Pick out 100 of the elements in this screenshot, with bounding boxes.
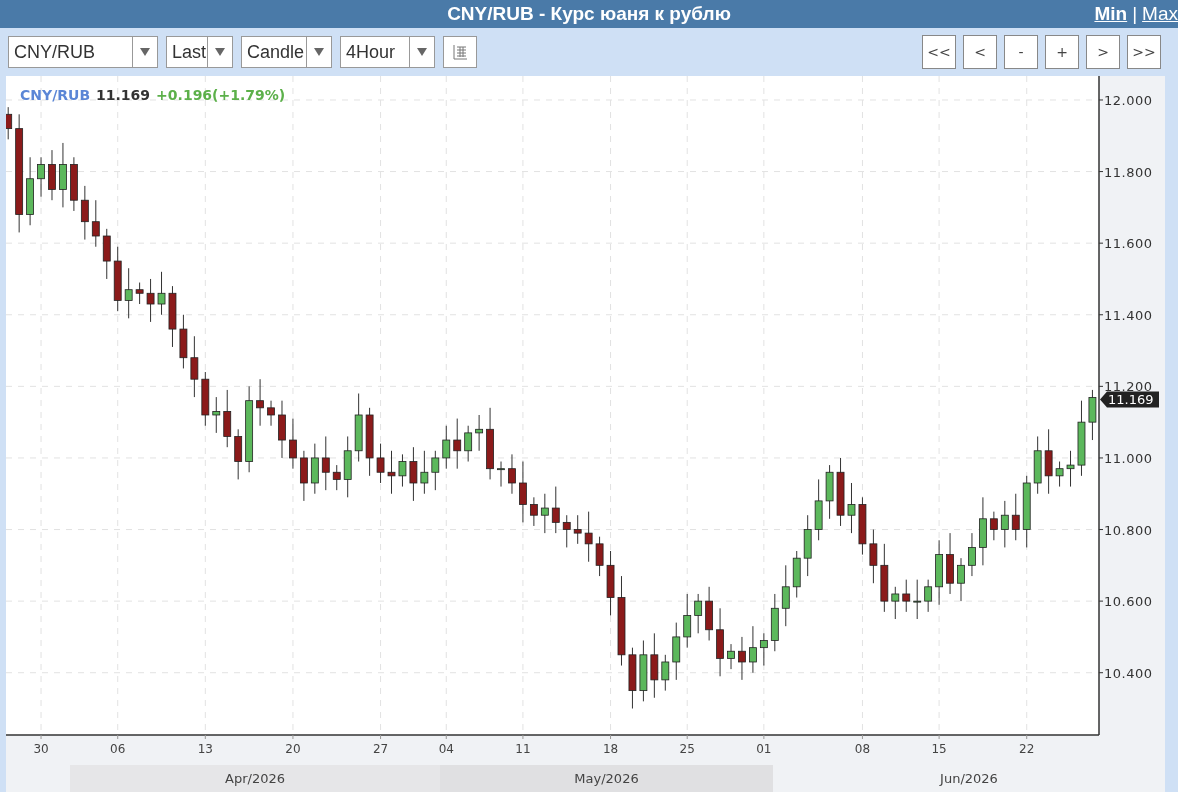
candlestick: [398, 453, 407, 488]
candlestick: [661, 654, 670, 692]
candlestick: [869, 529, 878, 584]
dropdown[interactable]: Candle: [241, 36, 332, 68]
candlestick: [694, 593, 703, 634]
candlestick: [562, 514, 571, 548]
axis-label: 01: [756, 742, 772, 756]
candlestick: [135, 282, 144, 305]
candlestick: [420, 450, 429, 495]
candlestick: [234, 428, 243, 480]
candlestick: [310, 443, 319, 495]
axis-label: 11.000: [1104, 450, 1153, 466]
candlestick: [1055, 461, 1064, 488]
axis-label: 13: [197, 742, 213, 756]
nav-button[interactable]: <: [963, 35, 997, 69]
axis-label: 04: [438, 742, 454, 756]
axis-label: 11.400: [1104, 307, 1153, 323]
month-label: May/2026: [574, 771, 639, 786]
caret-icon: [313, 47, 325, 57]
table-icon: [452, 44, 468, 60]
nav-button[interactable]: -: [1004, 35, 1038, 69]
window-link[interactable]: Max: [1142, 3, 1178, 25]
candlestick: [705, 586, 713, 641]
candlestick: [343, 435, 352, 498]
candlestick: [1000, 500, 1009, 548]
candlestick: [354, 393, 363, 462]
candlestick: [332, 464, 341, 491]
separator: |: [1132, 3, 1138, 25]
candlestick: [814, 478, 823, 541]
table-view-button[interactable]: [443, 36, 477, 68]
axis-label: 18: [602, 742, 619, 756]
candlestick: [738, 636, 746, 681]
dropdown[interactable]: Last: [166, 36, 233, 68]
axis-label: 15: [931, 742, 947, 756]
candlestick: [584, 511, 593, 563]
candlestick: [508, 453, 516, 495]
axis-label: 11: [515, 742, 531, 756]
candlestick: [968, 532, 976, 577]
candlestick: [1044, 428, 1053, 495]
candlestick: [168, 285, 177, 348]
candlestick: [1011, 493, 1020, 541]
window-link[interactable]: Min: [1094, 3, 1128, 25]
candlestick: [847, 482, 856, 534]
candlestick: [409, 446, 418, 502]
axis-label: 11.600: [1104, 236, 1153, 252]
candlestick: [59, 142, 67, 208]
nav-button[interactable]: >>: [1127, 35, 1161, 69]
axis-label: 25: [679, 742, 695, 756]
candlestick: [858, 496, 867, 556]
candlestick: [606, 550, 615, 616]
candlestick: [781, 564, 790, 627]
candlestick: [803, 514, 812, 577]
candlestick: [179, 314, 188, 369]
candlestick: [628, 647, 637, 709]
candlestick: [91, 199, 100, 248]
candlestick: [924, 579, 933, 613]
candlestick: [836, 457, 845, 527]
nav-button[interactable]: <<: [922, 35, 956, 69]
axis-label: 10.800: [1104, 522, 1153, 538]
candlestick: [431, 450, 440, 491]
candlestick: [825, 464, 834, 520]
candlestick: [376, 443, 385, 484]
price-tag: 11.169: [1100, 391, 1159, 408]
candlestick: [70, 156, 78, 212]
candlestick: [146, 278, 155, 323]
dropdown[interactable]: CNY/RUB: [8, 36, 158, 68]
candlestick: [650, 632, 659, 699]
candlestick: [989, 511, 998, 541]
candlestick: [639, 640, 648, 702]
nav-button[interactable]: +: [1045, 35, 1079, 69]
nav-button[interactable]: >: [1086, 35, 1120, 69]
axis-label: 30: [33, 742, 49, 756]
candlestick: [530, 496, 538, 527]
candlestick: [749, 625, 757, 674]
candlestick: [759, 632, 768, 667]
candlestick: [497, 461, 505, 488]
candlestick: [672, 622, 681, 681]
candlestick: [124, 267, 133, 319]
candlestick: [880, 543, 889, 613]
symbol-label: CNY/RUB: [20, 87, 91, 103]
candlestick: [442, 425, 451, 470]
candlestick: [551, 486, 560, 534]
candlestick: [80, 185, 89, 241]
dropdown[interactable]: 4Hour: [340, 36, 435, 68]
candlestick: [595, 536, 604, 577]
candlestick: [683, 593, 692, 649]
candlestick: [256, 378, 264, 427]
caret-icon: [139, 47, 151, 57]
month-label: Jun/2026: [940, 771, 998, 786]
axis-label: 20: [285, 742, 301, 756]
caret-icon: [416, 47, 428, 57]
candlestick: [519, 461, 527, 523]
candlestick: [891, 586, 900, 620]
candlestick: [1066, 450, 1075, 488]
candlestick: [278, 400, 286, 459]
candlestick: [957, 557, 965, 602]
candlestick: [475, 414, 483, 452]
candlestick: [979, 496, 987, 566]
candlestick: [573, 514, 582, 545]
candlestick: [913, 579, 922, 620]
